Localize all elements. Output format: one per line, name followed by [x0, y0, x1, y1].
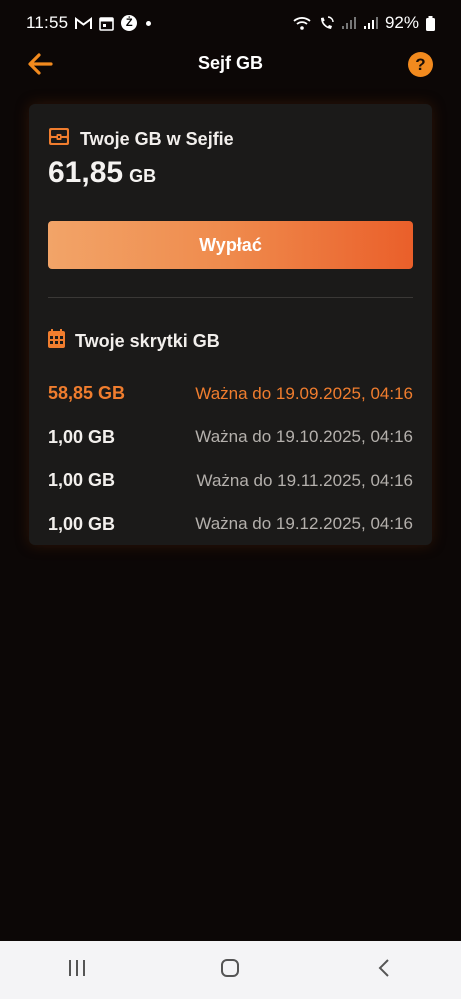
notification-dot-icon: [146, 20, 152, 26]
recent-apps-button[interactable]: [47, 950, 107, 990]
z-app-icon: Ż: [121, 15, 138, 31]
hides-header: Twoje skrytki GB: [48, 329, 220, 353]
screen: 11:55 Ż 92% Sejf GB ? Twoje GB w Sejfie …: [0, 0, 461, 999]
withdraw-label: Wypłać: [199, 234, 262, 255]
app-header: Sejf GB ?: [0, 46, 461, 86]
wifi-calling-icon: [318, 15, 334, 31]
calendar-icon: [48, 329, 65, 353]
battery-icon: [426, 15, 435, 31]
balance-unit: GB: [129, 166, 157, 186]
status-right: 92%: [293, 13, 435, 33]
page-title: Sejf GB: [197, 53, 263, 73]
treasure-chest-icon: [48, 127, 70, 151]
safe-header: Twoje GB w Sejfie: [48, 127, 234, 151]
list-item: 1,00 GB Ważna do 19.11.2025, 04:16: [48, 459, 413, 503]
status-left: 11:55 Ż: [26, 13, 152, 33]
recent-apps-icon: [67, 959, 87, 982]
hide-expiry: Ważna do 19.11.2025, 04:16: [196, 470, 413, 490]
question-mark-icon: ?: [415, 54, 426, 74]
hides-list: 58,85 GB Ważna do 19.09.2025, 04:16 1,00…: [48, 372, 413, 546]
list-item: 1,00 GB Ważna do 19.10.2025, 04:16: [48, 416, 413, 460]
balance-value: 61,85: [48, 156, 124, 189]
back-icon: [377, 958, 391, 983]
status-bar: 11:55 Ż 92%: [0, 0, 461, 46]
signal-icon: [341, 16, 356, 30]
status-time: 11:55: [26, 13, 69, 32]
hide-amount: 58,85 GB: [48, 383, 126, 404]
safe-title: Twoje GB w Sejfie: [80, 128, 234, 149]
list-item: 1,00 GB Ważna do 19.12.2025, 04:16: [48, 503, 413, 547]
home-button[interactable]: [200, 950, 260, 990]
signal-icon: [363, 16, 378, 30]
hide-expiry: Ważna do 19.10.2025, 04:16: [195, 427, 413, 447]
withdraw-button[interactable]: Wypłać: [48, 221, 413, 269]
hides-title: Twoje skrytki GB: [75, 330, 220, 351]
home-icon: [220, 958, 240, 983]
hide-expiry: Ważna do 19.09.2025, 04:16: [195, 383, 413, 403]
safe-balance: 61,85 GB: [48, 156, 156, 190]
divider: [48, 297, 413, 298]
system-back-button[interactable]: [354, 950, 414, 990]
hide-amount: 1,00 GB: [48, 513, 116, 534]
system-nav-bar: [0, 941, 461, 999]
calendar-icon: [99, 16, 115, 31]
hide-amount: 1,00 GB: [48, 426, 116, 447]
gmail-icon: [75, 16, 93, 30]
help-button[interactable]: ?: [408, 52, 433, 77]
hide-expiry: Ważna do 19.12.2025, 04:16: [195, 514, 413, 534]
list-item: 58,85 GB Ważna do 19.09.2025, 04:16: [48, 372, 413, 416]
battery-level: 92%: [384, 13, 419, 32]
hide-amount: 1,00 GB: [48, 470, 116, 491]
wifi-icon: [293, 16, 311, 30]
safe-card: Twoje GB w Sejfie 61,85 GB Wypłać Twoje …: [29, 104, 432, 545]
